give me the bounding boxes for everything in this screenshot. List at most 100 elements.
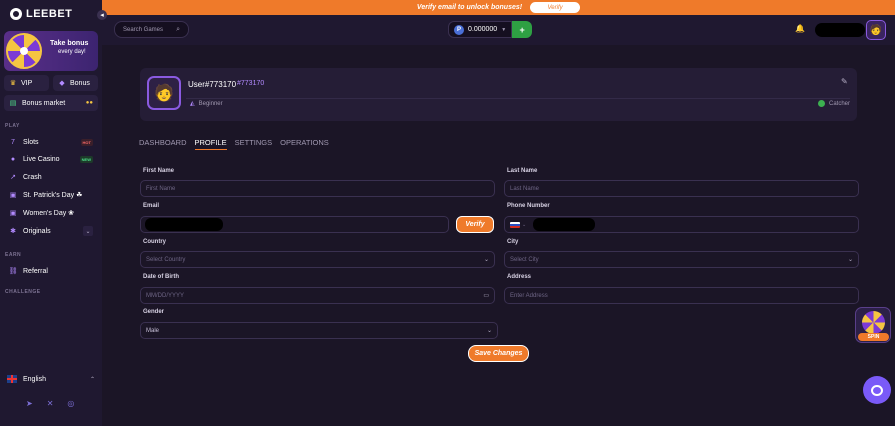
sidebar-item-referral[interactable]: ⛓ Referral <box>4 263 98 279</box>
dob-placeholder: MM/DD/YYYY <box>146 292 185 299</box>
balance-selector[interactable]: P 0.000000 ▼ <box>448 21 513 38</box>
collapse-sidebar-icon[interactable]: ◂ <box>97 10 107 20</box>
first-name-label: First Name <box>143 168 175 174</box>
gender-select[interactable]: Male ⌄ <box>140 322 498 339</box>
sidebar-item-crash[interactable]: ↗ Crash <box>4 169 98 185</box>
last-name-placeholder: Last Name <box>510 185 540 192</box>
tab-profile[interactable]: PROFILE <box>194 138 227 150</box>
spin-widget[interactable]: SPIN <box>855 307 891 343</box>
x-icon[interactable]: ✕ <box>47 399 54 408</box>
bell-icon[interactable]: 🔔 <box>795 24 806 35</box>
sidebar-item-st-patricks[interactable]: ▣ St. Patrick's Day ☘ <box>4 187 98 203</box>
chevron-down-icon[interactable]: ⌄ <box>83 226 93 236</box>
russia-flag-icon <box>510 221 520 228</box>
redacted-username <box>815 23 865 37</box>
brand-name: LEEBET <box>26 8 73 20</box>
sidebar-item-label: Originals <box>23 227 51 235</box>
tab-dashboard[interactable]: DASHBOARD <box>139 138 187 150</box>
currency-icon: P <box>454 24 464 35</box>
gender-value: Male <box>146 327 160 334</box>
save-changes-button[interactable]: Save Changes <box>468 345 529 362</box>
header: Search Games ⌕ P 0.000000 ▼ + 🔔 🧑 <box>102 15 895 45</box>
sidebar-item-originals[interactable]: ✱ Originals ⌄ <box>4 223 98 239</box>
profile-card: 🧑 User#773170 #773170 ✎ ◭ Beginner Catch… <box>140 68 857 121</box>
vip-bonus-row: ♛ VIP ◆ Bonus <box>4 75 98 91</box>
sidebar-item-label: Referral <box>23 267 48 275</box>
search-input[interactable]: Search Games ⌕ <box>114 21 189 38</box>
chat-button[interactable] <box>863 376 891 404</box>
verify-email-button[interactable]: Verify <box>456 216 494 233</box>
new-badge: NEW <box>79 155 93 163</box>
verify-banner-text: Verify email to unlock bonuses! <box>416 4 523 11</box>
last-name-label: Last Name <box>507 168 538 174</box>
social-links: ➤ ✕ ◎ <box>26 399 74 408</box>
coins-icon: ●● <box>85 100 93 106</box>
search-placeholder: Search Games <box>123 26 164 33</box>
calendar-icon[interactable]: ▭ <box>483 292 489 299</box>
spin-label: SPIN <box>858 333 889 341</box>
sidebar-item-womens-day[interactable]: ▣ Women's Day ❀ <box>4 205 98 221</box>
sidebar-item-label: St. Patrick's Day ☘ <box>23 192 83 199</box>
first-name-field[interactable]: First Name <box>140 180 495 197</box>
address-field[interactable]: Enter Address <box>504 287 859 304</box>
sidebar: LEEBET Take bonus every day! ♛ VIP ◆ Bon… <box>0 0 102 426</box>
phone-field[interactable]: ⌄ <box>504 216 859 233</box>
current-rank: ◭ Beginner <box>190 100 223 108</box>
language-selector[interactable]: English ⌃ <box>7 375 95 383</box>
chevron-up-icon: ⌃ <box>89 376 95 383</box>
profile-user-id: #773170 <box>237 80 265 87</box>
dob-label: Date of Birth <box>143 274 179 280</box>
first-name-placeholder: First Name <box>146 185 176 192</box>
country-placeholder: Select Country <box>146 256 186 263</box>
uk-flag-icon <box>7 375 17 383</box>
verify-banner-button[interactable]: Verify <box>530 2 581 13</box>
section-play: PLAY <box>5 123 20 129</box>
support-icon[interactable]: ◎ <box>67 399 74 408</box>
sidebar-item-slots[interactable]: 7 Slots HOT <box>4 134 98 150</box>
telegram-icon[interactable]: ➤ <box>26 399 33 408</box>
profile-avatar[interactable]: 🧑 <box>147 76 181 110</box>
city-select[interactable]: Select City ⌄ <box>504 251 859 268</box>
tab-settings[interactable]: SETTINGS <box>235 138 273 150</box>
wheel-icon <box>6 33 42 69</box>
next-rank: Catcher <box>817 100 850 107</box>
address-placeholder: Enter Address <box>510 292 548 299</box>
chevron-down-icon: ⌄ <box>483 257 489 263</box>
originals-icon: ✱ <box>10 228 16 235</box>
language-label: English <box>23 375 46 383</box>
chevron-down-icon: ▼ <box>501 26 507 33</box>
email-field[interactable] <box>140 216 449 233</box>
wheel-icon <box>862 311 885 334</box>
divider <box>186 98 850 99</box>
search-icon: ⌕ <box>176 25 180 33</box>
next-rank-label: Catcher <box>828 100 850 107</box>
calendar-icon: ▣ <box>9 192 17 199</box>
main-content: 🧑 User#773170 #773170 ✎ ◭ Beginner Catch… <box>102 45 895 426</box>
gender-label: Gender <box>143 309 165 315</box>
country-select[interactable]: Select Country ⌄ <box>140 251 495 268</box>
edit-icon[interactable]: ✎ <box>841 77 848 86</box>
redacted-email <box>145 218 223 231</box>
email-label: Email <box>143 203 160 209</box>
section-earn: EARN <box>5 252 22 258</box>
dob-field[interactable]: MM/DD/YYYY ▭ <box>140 287 495 304</box>
vip-button[interactable]: ♛ VIP <box>4 75 49 91</box>
deposit-button[interactable]: + <box>512 21 533 38</box>
redacted-phone <box>533 218 595 231</box>
last-name-field[interactable]: Last Name <box>504 180 859 197</box>
chevron-down-icon[interactable]: ⌄ <box>522 222 526 228</box>
country-label: Country <box>143 239 166 245</box>
rank-label: Beginner <box>198 100 223 107</box>
bonus-market-button[interactable]: ▤ Bonus market ●● <box>4 95 98 111</box>
vip-label: VIP <box>21 79 33 87</box>
vip-icon: ♛ <box>9 80 17 87</box>
bonus-button[interactable]: ◆ Bonus <box>53 75 98 91</box>
logo[interactable]: LEEBET <box>10 8 72 20</box>
daily-bonus-banner[interactable]: Take bonus every day! <box>4 31 98 71</box>
avatar[interactable]: 🧑 <box>866 20 886 40</box>
tab-operations[interactable]: OPERATIONS <box>280 138 329 150</box>
sidebar-item-label: Women's Day ❀ <box>23 210 75 217</box>
sidebar-item-live-casino[interactable]: ● Live Casino NEW <box>4 151 98 167</box>
market-icon: ▤ <box>9 100 17 107</box>
slots-icon: 7 <box>11 138 15 146</box>
